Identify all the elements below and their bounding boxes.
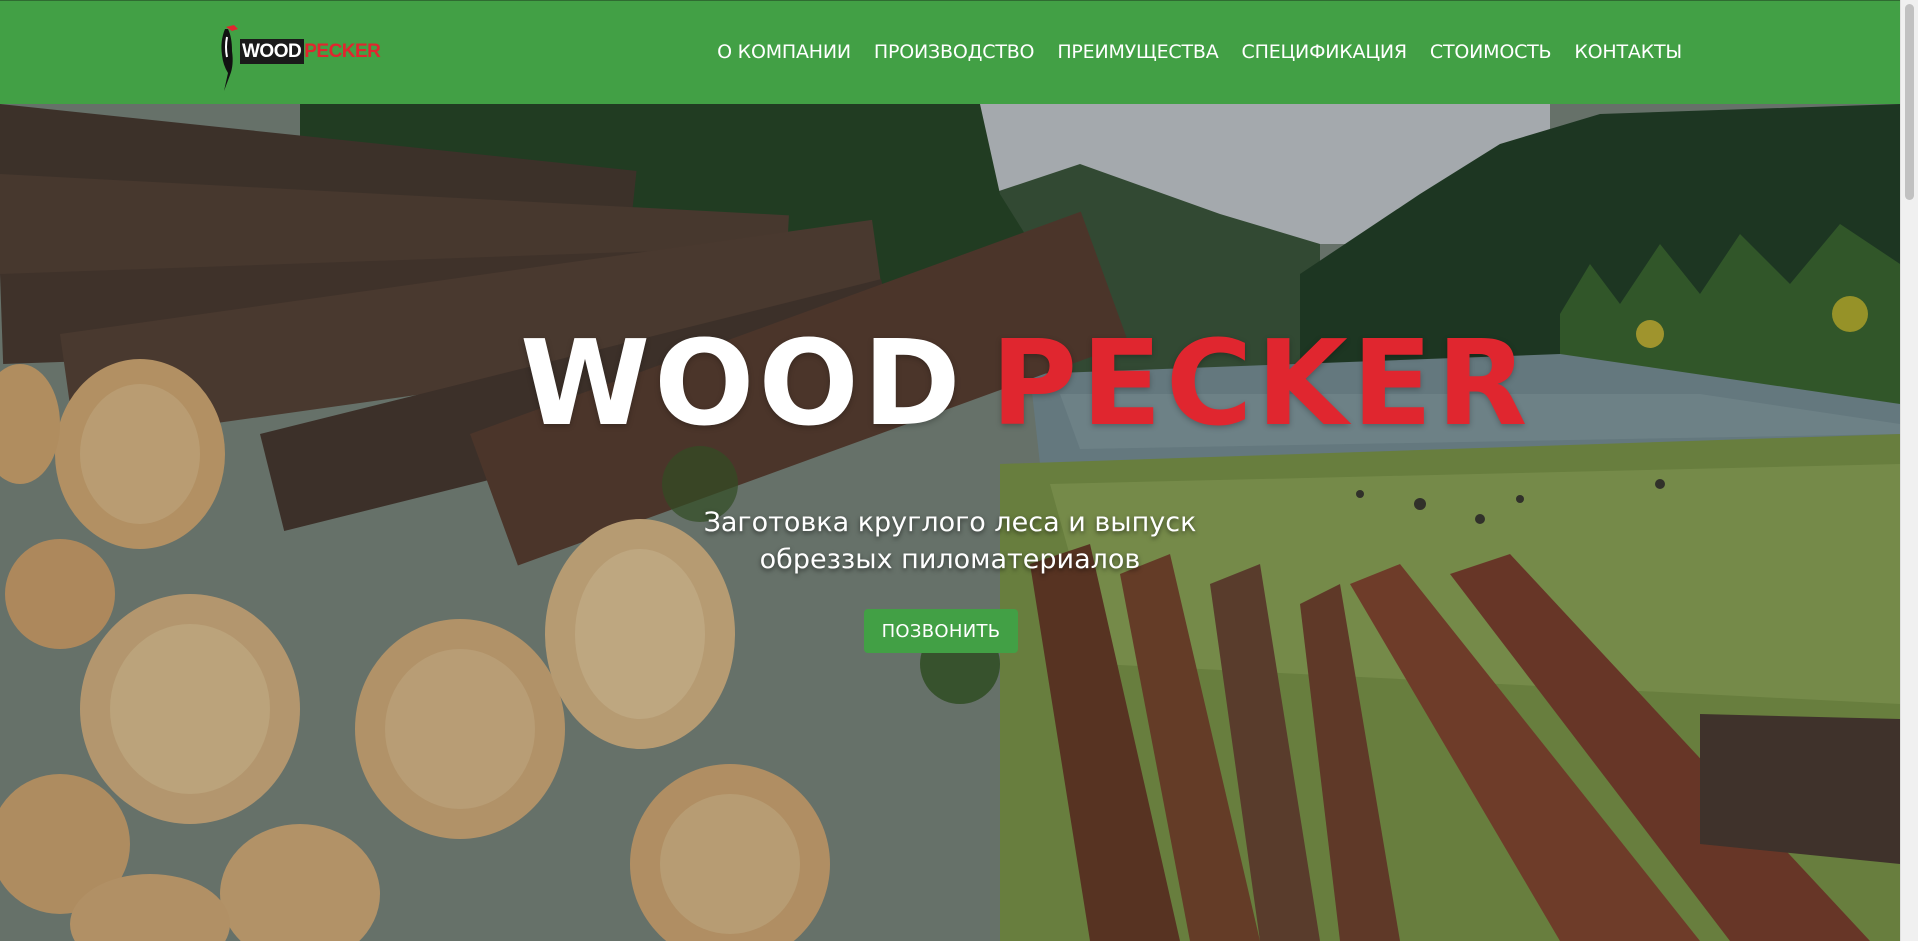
hero-content: WOOD PECKER Заготовка круглого леса и вып…: [0, 104, 1900, 941]
nav-item-price[interactable]: СТОИМОСТЬ: [1430, 41, 1552, 63]
logo-text-pecker: PECKER: [304, 41, 381, 62]
hero-section: WOOD PECKER Заготовка круглого леса и вып…: [0, 104, 1900, 941]
hero-tagline-line2: обреззых пиломатериалов: [759, 544, 1141, 575]
hero-tagline-line1: Заготовка круглого леса и выпуск: [703, 507, 1197, 538]
hero-tagline: Заготовка круглого леса и выпуск обреззы…: [0, 504, 1900, 578]
woodpecker-bird-icon: [221, 25, 238, 91]
hero-title: WOOD PECKER: [520, 324, 1531, 442]
main-nav: О КОМПАНИИ ПРОИЗВОДСТВО ПРЕИМУЩЕСТВА СПЕ…: [717, 41, 1682, 63]
site-logo[interactable]: WOOD PECKER: [216, 21, 381, 93]
page-scrollbar[interactable]: [1900, 0, 1918, 941]
nav-item-about[interactable]: О КОМПАНИИ: [717, 41, 851, 63]
site-header: WOOD PECKER О КОМПАНИИ ПРОИЗВОДСТВО ПРЕИМ…: [0, 0, 1900, 104]
logo-text: WOOD PECKER: [240, 39, 381, 64]
nav-item-production[interactable]: ПРОИЗВОДСТВО: [874, 41, 1035, 63]
nav-item-advantages[interactable]: ПРЕИМУЩЕСТВА: [1057, 41, 1218, 63]
logo-text-wood: WOOD: [240, 39, 305, 64]
hero-title-wood: WOOD: [520, 314, 965, 452]
hero-title-pecker: PECKER: [990, 314, 1532, 452]
nav-item-contacts[interactable]: КОНТАКТЫ: [1574, 41, 1682, 63]
call-button[interactable]: ПОЗВОНИТЬ: [864, 609, 1018, 653]
nav-item-specification[interactable]: СПЕЦИФИКАЦИЯ: [1242, 41, 1408, 63]
scrollbar-thumb[interactable]: [1905, 4, 1914, 200]
